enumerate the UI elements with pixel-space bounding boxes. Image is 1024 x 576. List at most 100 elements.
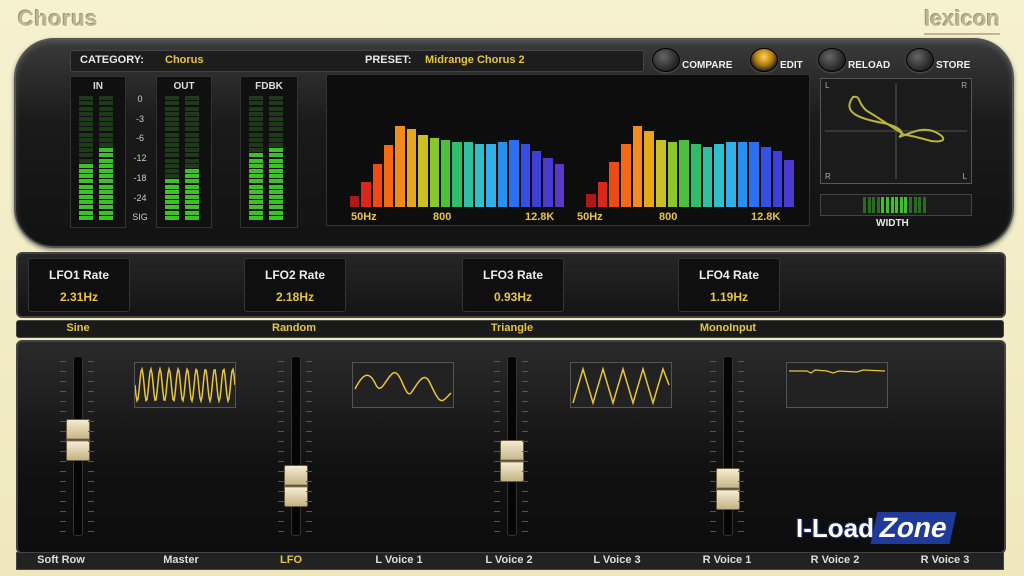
meter-segment bbox=[185, 111, 199, 116]
meter-segment bbox=[99, 158, 113, 163]
fader-tick bbox=[306, 391, 312, 392]
fader-knob[interactable] bbox=[284, 465, 308, 508]
fader-tick bbox=[522, 421, 528, 422]
meter-segment bbox=[185, 163, 199, 168]
lfo2-shape[interactable]: Random bbox=[234, 322, 354, 334]
tab-l-voice-3[interactable]: L Voice 3 bbox=[562, 554, 672, 566]
spectrum-bar bbox=[509, 139, 519, 207]
meter-segment bbox=[249, 117, 263, 121]
width-segment bbox=[886, 197, 889, 213]
lfo1-shape[interactable]: Sine bbox=[18, 322, 138, 334]
meter-segment bbox=[79, 132, 93, 137]
spectrum-bar bbox=[361, 182, 371, 207]
fader-tick bbox=[494, 361, 500, 362]
meter-segment bbox=[269, 158, 283, 163]
fader-tick bbox=[88, 481, 94, 482]
fader-tick bbox=[710, 511, 716, 512]
fader-tick bbox=[494, 391, 500, 392]
category-value[interactable]: Chorus bbox=[165, 54, 204, 66]
lfo3-depth-fader[interactable] bbox=[494, 356, 528, 536]
plugin-title: Chorus bbox=[18, 6, 98, 31]
compare-button[interactable] bbox=[652, 48, 680, 72]
lfo2-rate-control[interactable]: LFO2 Rate 2.18Hz bbox=[244, 258, 346, 312]
fader-tick bbox=[738, 451, 744, 452]
triangle-wave-icon bbox=[572, 366, 670, 406]
fader-tick bbox=[494, 421, 500, 422]
tab-lfo[interactable]: LFO bbox=[236, 554, 346, 566]
edit-button[interactable] bbox=[750, 48, 778, 72]
spectrum-bar bbox=[609, 162, 619, 207]
fader-tick bbox=[522, 431, 528, 432]
monoinput-wave-display bbox=[786, 362, 888, 408]
spectrum-bar bbox=[621, 144, 631, 207]
meter-segment bbox=[165, 163, 179, 168]
fader-tick bbox=[522, 441, 528, 442]
meter-segment bbox=[249, 200, 263, 205]
width-segment bbox=[899, 197, 903, 213]
spectrum-bar bbox=[691, 144, 701, 207]
fader-tick bbox=[306, 521, 312, 522]
lfo1-depth-fader[interactable] bbox=[60, 356, 94, 536]
fader-knob[interactable] bbox=[66, 419, 90, 461]
meter-segment bbox=[165, 148, 179, 153]
meter-segment bbox=[185, 122, 199, 127]
lfo4-rate-name: LFO4 Rate bbox=[698, 268, 759, 282]
tab-l-voice-1[interactable]: L Voice 1 bbox=[344, 554, 454, 566]
meter-segment bbox=[165, 101, 179, 106]
lfo2-depth-fader[interactable] bbox=[278, 356, 312, 536]
lfo3-rate-control[interactable]: LFO3 Rate 0.93Hz bbox=[462, 258, 564, 312]
meter-segment bbox=[249, 195, 263, 199]
meter-segment bbox=[249, 158, 263, 163]
fader-tick bbox=[278, 371, 284, 372]
lfo4-rate-control[interactable]: LFO4 Rate 1.19Hz bbox=[678, 258, 780, 312]
fader-tick bbox=[88, 471, 94, 472]
store-button[interactable] bbox=[906, 48, 934, 72]
fader-tick bbox=[494, 521, 500, 522]
meter-segment bbox=[165, 143, 179, 147]
meter-segment bbox=[269, 101, 283, 106]
reload-button[interactable] bbox=[818, 48, 846, 72]
fader-tick bbox=[494, 491, 500, 492]
meter-segment bbox=[269, 179, 283, 184]
fader-tick bbox=[710, 471, 716, 472]
fader-knob[interactable] bbox=[716, 468, 740, 510]
meter-segment bbox=[269, 96, 283, 101]
meter-segment bbox=[249, 215, 263, 220]
fader-tick bbox=[710, 381, 716, 382]
fader-knob[interactable] bbox=[500, 440, 524, 482]
fader-tick bbox=[88, 391, 94, 392]
fader-tick bbox=[710, 361, 716, 362]
fader-tick bbox=[522, 381, 528, 382]
meter-segment bbox=[249, 163, 263, 168]
meter-segment bbox=[249, 169, 263, 173]
fader-tick bbox=[88, 411, 94, 412]
fdbk-meter: FDBK bbox=[240, 76, 298, 228]
lfo1-rate-control[interactable]: LFO1 Rate 2.31Hz bbox=[28, 258, 130, 312]
fader-tick bbox=[710, 481, 716, 482]
tab-soft-row[interactable]: Soft Row bbox=[6, 554, 116, 566]
lfo3-shape[interactable]: Triangle bbox=[452, 322, 572, 334]
lfo4-rate-value: 1.19Hz bbox=[709, 290, 749, 304]
width-segment bbox=[909, 197, 912, 213]
fader-tick bbox=[278, 511, 284, 512]
lfo4-shape[interactable]: MonoInput bbox=[668, 322, 788, 334]
meter-segment bbox=[99, 163, 113, 168]
tab-master[interactable]: Master bbox=[126, 554, 236, 566]
meter-segment bbox=[99, 148, 113, 153]
meter-segment bbox=[99, 122, 113, 127]
fader-tick bbox=[60, 421, 66, 422]
meter-segment bbox=[99, 96, 113, 101]
meter-segment bbox=[79, 163, 93, 168]
fader-tick bbox=[494, 471, 500, 472]
tab-r-voice-1[interactable]: R Voice 1 bbox=[672, 554, 782, 566]
width-meter[interactable] bbox=[820, 194, 972, 216]
tab-l-voice-2[interactable]: L Voice 2 bbox=[454, 554, 564, 566]
preset-value[interactable]: Midrange Chorus 2 bbox=[425, 54, 525, 66]
spectrum-bar bbox=[679, 139, 689, 207]
fader-tick bbox=[738, 421, 744, 422]
lfo4-depth-fader[interactable] bbox=[710, 356, 744, 536]
fader-tick bbox=[738, 401, 744, 402]
fader-tick bbox=[738, 491, 744, 492]
meter-segment bbox=[185, 143, 199, 147]
meter-segment bbox=[185, 96, 199, 101]
